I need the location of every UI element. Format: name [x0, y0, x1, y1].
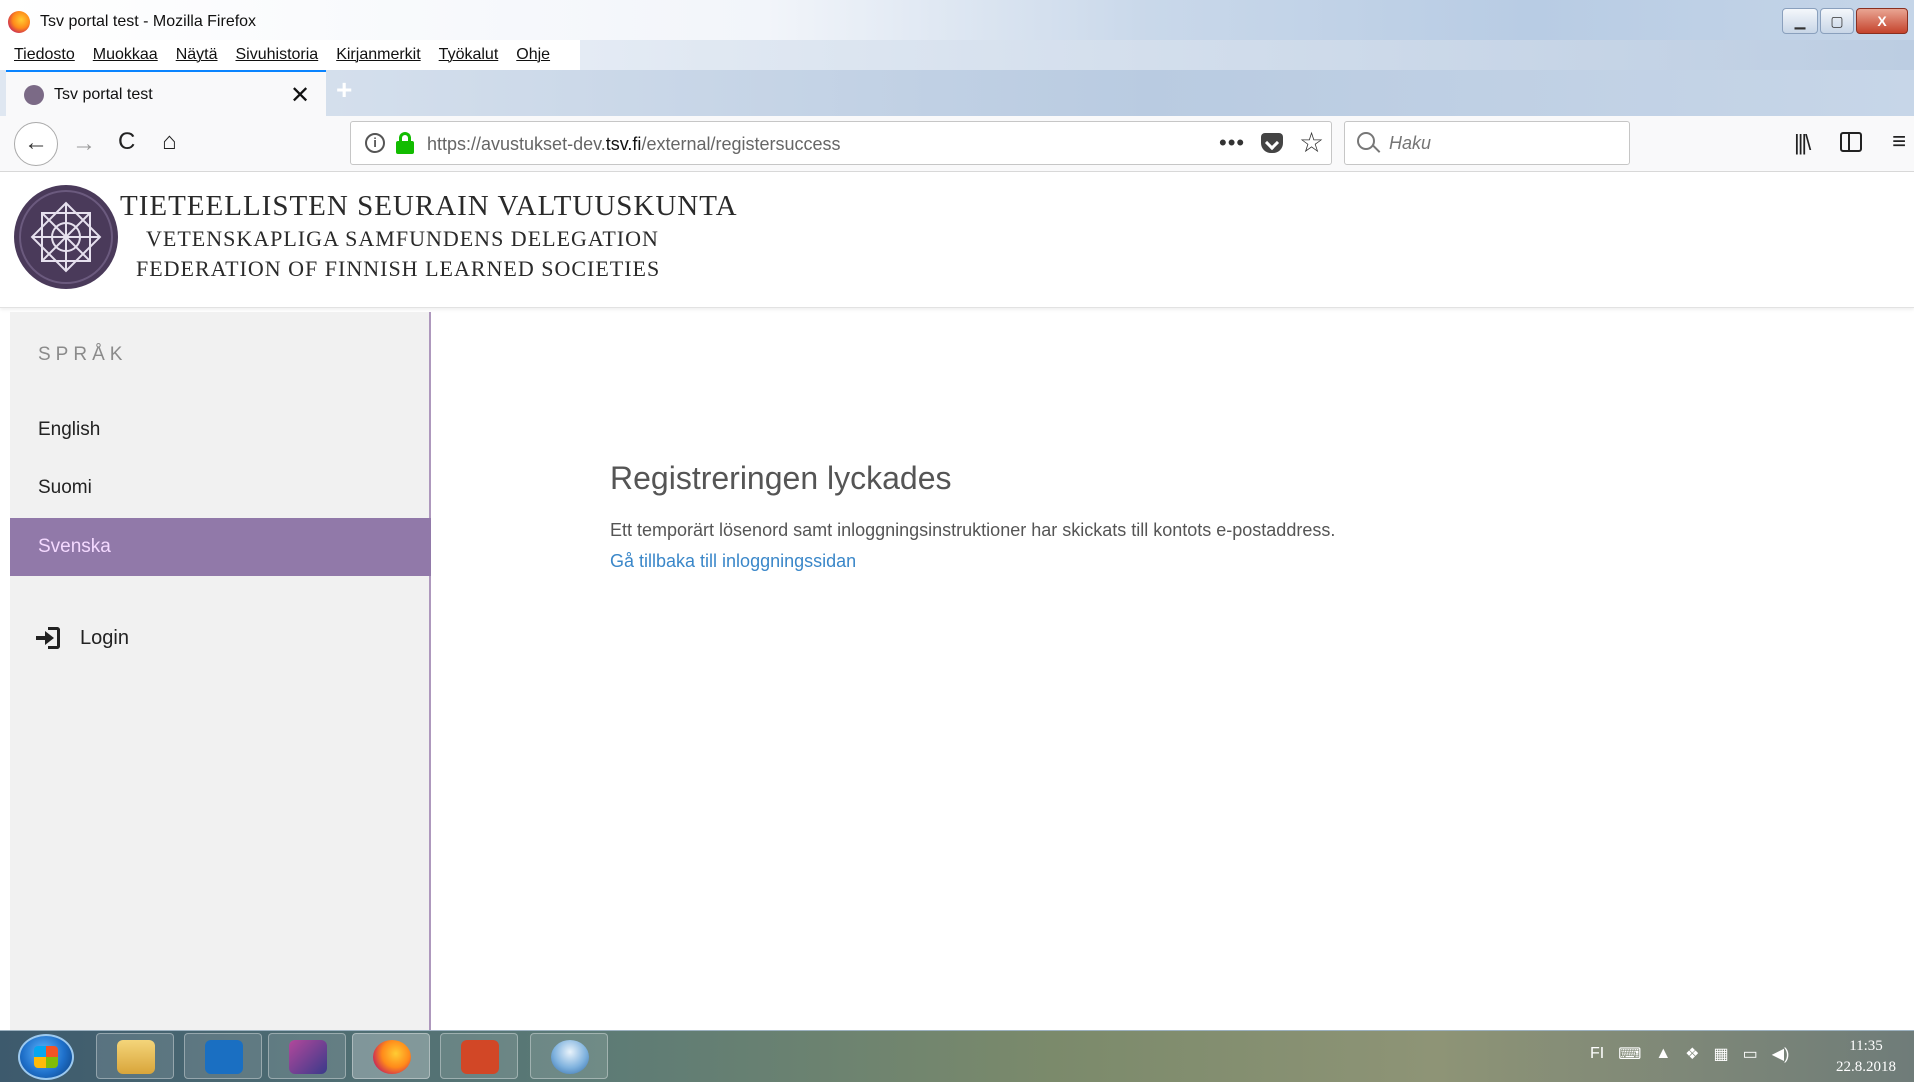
language-svenska-active[interactable]: Svenska — [10, 518, 431, 576]
page-title: Registreringen lyckades — [610, 460, 952, 496]
search-input[interactable] — [1389, 130, 1619, 156]
url-bar[interactable]: i https://avustukset-dev.tsv.fi/external… — [350, 121, 1332, 165]
taskbar-file-explorer[interactable] — [96, 1033, 174, 1079]
language-english[interactable]: English — [10, 401, 431, 459]
tab-close-icon[interactable]: ✕ — [290, 81, 310, 110]
taskbar-powerpoint[interactable] — [440, 1033, 518, 1079]
login-link[interactable]: Login — [36, 622, 129, 654]
language-heading: SPRÅK — [38, 344, 128, 365]
folder-icon — [117, 1040, 155, 1074]
system-tray: FI ⌨ ▲ ❖ ▦ ▭ ◀) — [1590, 1044, 1789, 1064]
chevron-up-icon[interactable]: ▲ — [1655, 1045, 1671, 1063]
library-icon[interactable]: |||\ — [1794, 130, 1811, 156]
search-bar[interactable] — [1344, 121, 1630, 165]
action-center-icon[interactable]: ▭ — [1743, 1044, 1758, 1064]
menu-ohje[interactable]: Ohje — [516, 46, 550, 64]
windows-logo-icon — [34, 1046, 58, 1068]
org-name-english: FEDERATION OF FINNISH LEARNED SOCIETIES — [136, 256, 661, 281]
tab-tsv-portal[interactable]: Tsv portal test ✕ — [6, 70, 326, 116]
taskbar-outlook[interactable] — [184, 1033, 262, 1079]
app-blue-icon — [551, 1040, 589, 1074]
lock-icon[interactable] — [395, 132, 415, 154]
hamburger-menu-icon[interactable]: ≡ — [1892, 128, 1906, 156]
window-title: Tsv portal test - Mozilla Firefox — [40, 13, 257, 30]
new-tab-button[interactable]: + — [336, 74, 352, 106]
pocket-icon[interactable] — [1261, 133, 1283, 153]
menu-tiedosto[interactable]: Tiedosto — [14, 46, 75, 64]
powerpoint-icon — [461, 1040, 499, 1074]
url-text[interactable]: https://avustukset-dev.tsv.fi/external/r… — [427, 134, 841, 155]
back-button[interactable]: ← — [14, 122, 58, 166]
maximize-button[interactable]: ▢ — [1820, 8, 1854, 34]
firefox-logo-icon — [8, 11, 30, 33]
keyboard-icon[interactable]: ⌨ — [1618, 1044, 1641, 1064]
tab-title: Tsv portal test — [54, 86, 153, 103]
taskbar-app-purple[interactable] — [268, 1033, 346, 1079]
home-button[interactable]: ⌂ — [162, 128, 177, 156]
start-button[interactable] — [18, 1034, 74, 1080]
input-language-indicator[interactable]: FI — [1590, 1045, 1604, 1063]
reload-button[interactable]: C — [118, 128, 135, 156]
info-icon[interactable]: i — [365, 133, 385, 153]
menu-kirjanmerkit[interactable]: Kirjanmerkit — [336, 46, 420, 64]
app-purple-icon — [289, 1040, 327, 1074]
background-window-blur — [580, 40, 1914, 70]
language-suomi[interactable]: Suomi — [10, 459, 431, 517]
sidebar-toggle-icon[interactable] — [1840, 132, 1862, 152]
menubar: Tiedosto Muokkaa Näytä Sivuhistoria Kirj… — [0, 40, 580, 70]
system-clock[interactable]: 11:35 22.8.2018 — [1826, 1036, 1906, 1078]
org-name-swedish: VETENSKAPLIGA SAMFUNDENS DELEGATION — [146, 226, 659, 251]
network-adapter-icon[interactable]: ▦ — [1714, 1044, 1729, 1064]
forward-button[interactable]: → — [72, 130, 96, 158]
outlook-icon — [205, 1040, 243, 1074]
volume-icon[interactable]: ◀) — [1772, 1044, 1790, 1064]
menu-muokkaa[interactable]: Muokkaa — [93, 46, 158, 64]
login-label: Login — [80, 626, 129, 649]
success-message: Ett temporärt lösenord samt inloggningsi… — [610, 520, 1336, 540]
menu-nayta[interactable]: Näytä — [176, 46, 218, 64]
tsv-logo-icon[interactable] — [12, 183, 120, 291]
clock-time: 11:35 — [1849, 1038, 1883, 1054]
search-icon — [1357, 132, 1375, 150]
back-to-login-link[interactable]: Gå tillbaka till inloggningssidan — [610, 551, 856, 572]
clock-date: 22.8.2018 — [1836, 1059, 1896, 1075]
dropbox-icon[interactable]: ❖ — [1685, 1044, 1699, 1064]
taskbar-firefox[interactable] — [352, 1033, 430, 1079]
menu-tyokalut[interactable]: Työkalut — [439, 46, 499, 64]
firefox-icon — [373, 1040, 411, 1074]
minimize-button[interactable]: ▁ — [1782, 8, 1818, 34]
taskbar-app-blue[interactable] — [530, 1033, 608, 1079]
favicon-icon — [24, 85, 44, 105]
menu-sivuhistoria[interactable]: Sivuhistoria — [236, 46, 319, 64]
window-titlebar: Tsv portal test - Mozilla Firefox ▁ ▢ X — [0, 0, 1914, 40]
page-actions-icon[interactable]: ••• — [1219, 130, 1245, 156]
org-name-finnish: TIETEELLISTEN SEURAIN VALTUUSKUNTA — [120, 190, 738, 222]
bookmark-star-icon[interactable]: ☆ — [1299, 126, 1324, 159]
sign-in-icon — [36, 626, 64, 650]
close-window-button[interactable]: X — [1856, 8, 1908, 34]
